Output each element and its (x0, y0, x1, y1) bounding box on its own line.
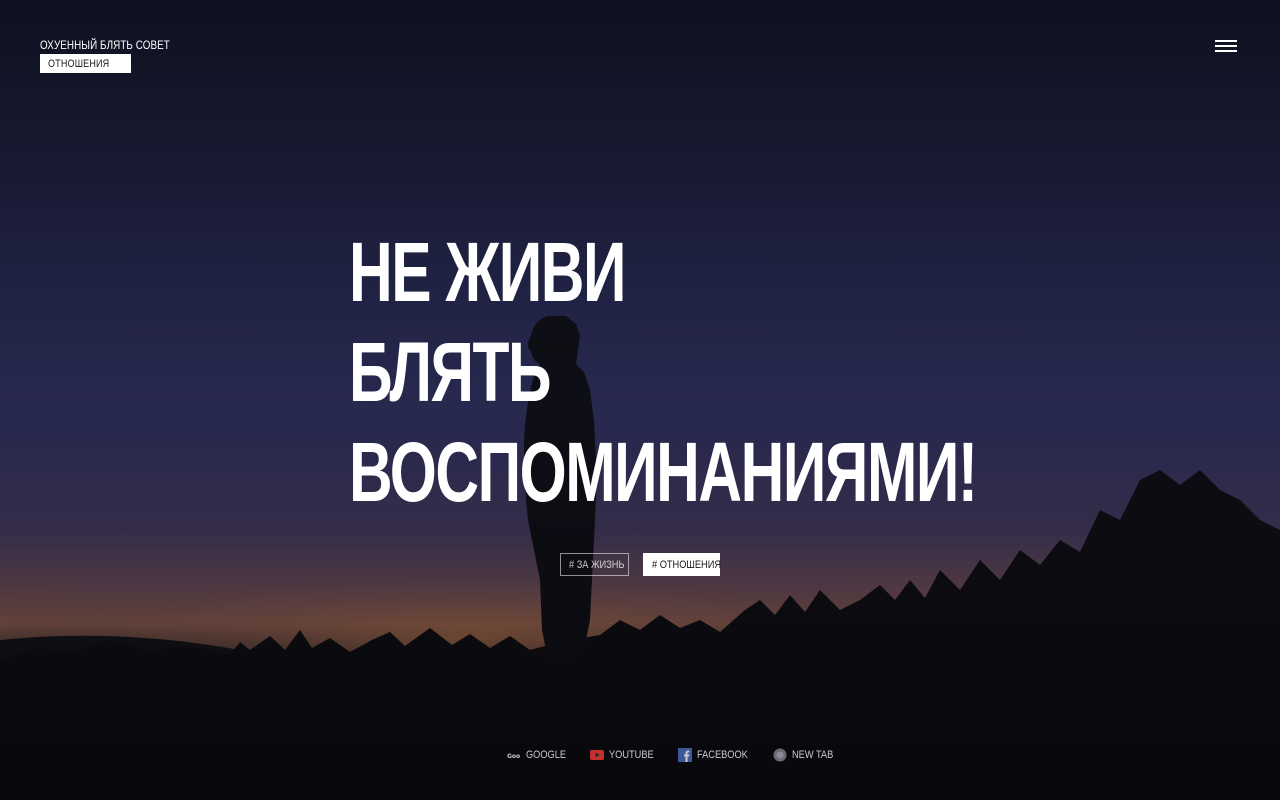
globe-icon (773, 748, 787, 762)
bookmark-label: GOOGLE (526, 749, 567, 761)
bookmark-youtube[interactable]: YOUTUBE (589, 748, 662, 762)
advice-headline: НЕ ЖИВИ БЛЯТЬ ВОСПОМИНАНИЯМИ! (349, 222, 978, 522)
tag-label: # ОТНОШЕНИЯ (652, 559, 722, 571)
bookmarks-bar: Goo GOOGLE YOUTUBE FACEBOOK NEW TAB (507, 748, 858, 762)
category-badge[interactable]: ОТНОШЕНИЯ (40, 54, 131, 73)
headline-line-1: НЕ ЖИВИ (349, 225, 626, 319)
bookmark-label: YOUTUBE (608, 749, 654, 761)
bookmark-label: FACEBOOK (696, 749, 748, 761)
facebook-icon (677, 748, 692, 762)
hamburger-menu-icon[interactable] (1215, 40, 1237, 54)
menu-bar-top (1215, 40, 1237, 42)
site-title[interactable]: ОХУЕННЫЙ БЛЯТЬ СОВЕТ (40, 38, 170, 52)
bookmark-new-tab[interactable]: NEW TAB (773, 748, 841, 762)
google-icon: Goo (507, 748, 521, 762)
headline-line-2: БЛЯТЬ (349, 325, 552, 419)
tag-za-zhizn[interactable]: # ЗА ЖИЗНЬ (560, 553, 629, 576)
menu-bar-middle (1215, 45, 1237, 47)
brand: ОХУЕННЫЙ БЛЯТЬ СОВЕТ ОТНОШЕНИЯ (40, 38, 198, 73)
tag-list: # ЗА ЖИЗНЬ # ОТНОШЕНИЯ (560, 553, 722, 576)
bookmark-facebook[interactable]: FACEBOOK (677, 748, 758, 762)
bookmark-google[interactable]: Goo GOOGLE (507, 748, 574, 762)
tag-otnosheniya[interactable]: # ОТНОШЕНИЯ (643, 553, 722, 576)
headline-line-3: ВОСПОМИНАНИЯМИ! (349, 425, 978, 519)
svg-text:Goo: Goo (507, 753, 520, 759)
bookmark-label: NEW TAB (792, 749, 834, 761)
menu-bar-bottom (1215, 50, 1237, 52)
tag-label: # ЗА ЖИЗНЬ (569, 559, 625, 571)
youtube-icon (589, 748, 604, 762)
category-badge-label: ОТНОШЕНИЯ (48, 58, 110, 70)
